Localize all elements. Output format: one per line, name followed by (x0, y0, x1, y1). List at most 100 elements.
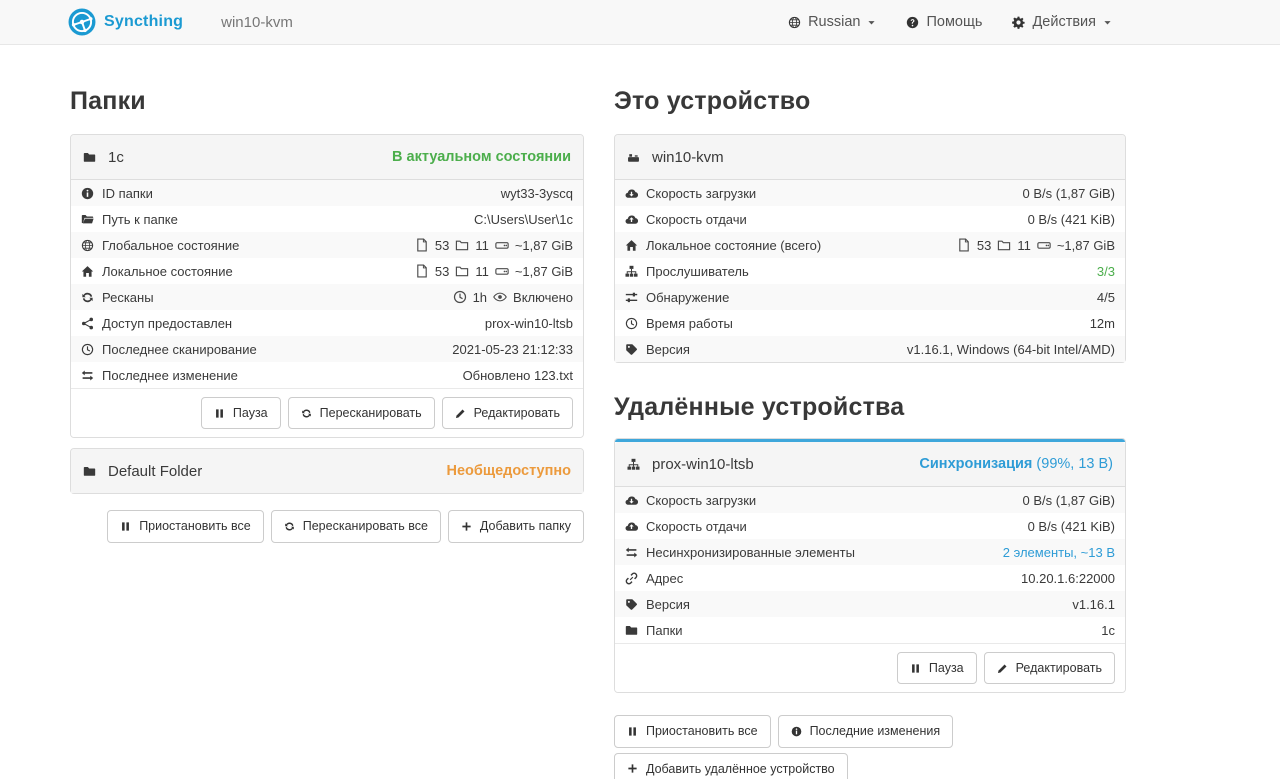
folders-section-title: Папки (70, 87, 584, 116)
row-value: 4/5 (1097, 290, 1115, 305)
row-label: Время работы (646, 316, 733, 331)
row-value: 0 B/s (1,87 GiB) (1023, 186, 1115, 201)
panel-title: prox-win10-ltsb (652, 456, 754, 473)
value-text: ~1,87 GiB (515, 264, 573, 279)
редактировать-button[interactable]: Редактировать (442, 397, 573, 429)
panel-footer: ПаузаРедактировать (615, 643, 1125, 692)
value-text: 0 B/s (421 KiB) (1028, 519, 1115, 534)
row-label: Последнее изменение (102, 368, 238, 383)
value-text: v1.16.1 (1072, 597, 1115, 612)
row-value: 2021-05-23 21:12:33 (452, 342, 573, 357)
detail-row: Последнее изменение Обновлено 123.txt (71, 362, 583, 388)
value-text: Включено (513, 290, 573, 305)
share-icon (81, 317, 94, 330)
row-value: 0 B/s (421 KiB) (1028, 519, 1115, 534)
detail-row: Путь к папке C:\Users\User\1c (71, 206, 583, 232)
syncthing-logo-icon (68, 8, 96, 36)
value-text: ~1,87 GiB (515, 238, 573, 253)
nav-действия[interactable]: Действия (1012, 14, 1112, 30)
detail-row: Скорость отдачи 0 B/s (421 KiB) (615, 513, 1125, 539)
sitemap-icon (625, 265, 638, 278)
link-icon (625, 572, 638, 585)
info-circle-icon (791, 726, 802, 737)
panel-win10-kvm: win10-kvm Скорость загрузки 0 B/s (1,87 Gi… (614, 134, 1126, 363)
folder-o-icon (997, 238, 1011, 252)
приостановить-все-button[interactable]: Приостановить все (614, 715, 771, 747)
file-icon (415, 238, 429, 252)
detail-row: Версияv1.16.1, Windows (64-bit Intel/AMD… (615, 336, 1125, 362)
row-value: 1hВключено (453, 290, 573, 305)
detail-row: Скорость загрузки0 B/s (1,87 GiB) (615, 487, 1125, 513)
пауза-button[interactable]: Пауза (201, 397, 281, 429)
panel-title: 1c (108, 149, 124, 166)
редактировать-button[interactable]: Редактировать (984, 652, 1115, 684)
pause-icon (627, 726, 638, 737)
приостановить-все-button[interactable]: Приостановить все (107, 510, 264, 542)
row-label: Версия (646, 597, 690, 612)
plus-icon (461, 521, 472, 532)
folders-column: Папки 1cВ актуальном состоянииID папкиwy… (70, 45, 584, 543)
row-label: Локальное состояние (102, 264, 233, 279)
value-text: (99%, 13 B) (1036, 456, 1113, 472)
row-label: Последнее сканирование (102, 342, 257, 357)
panel-header-prox-win10-ltsb[interactable]: prox-win10-ltsbСинхронизация (99%, 13 B) (615, 442, 1125, 487)
value-text: Необщедоступно (447, 463, 571, 479)
pause-icon (214, 408, 225, 419)
row-label: Скорость отдачи (646, 519, 747, 534)
detail-row: Время работы 12m (615, 310, 1125, 336)
question-circle-icon (906, 16, 919, 29)
clock-icon (453, 290, 467, 304)
row-label: Прослушиватель (646, 264, 749, 279)
hdd-icon (495, 238, 509, 252)
row-label: Путь к папке (102, 212, 178, 227)
row-value: v1.16.1 (1072, 597, 1115, 612)
panel-header-1c[interactable]: 1c В актуальном состоянии (71, 135, 583, 180)
cloud-up-icon (625, 213, 638, 226)
nav-russian[interactable]: Russian (788, 14, 876, 30)
syncthing-brand[interactable]: Syncthing (68, 8, 183, 36)
globe-icon (81, 239, 94, 252)
panel-title: win10-kvm (652, 149, 724, 166)
row-label: Скорость загрузки (646, 186, 756, 201)
pencil-icon (455, 408, 466, 419)
detail-row: Папки1c (615, 617, 1125, 643)
row-value: 12m (1090, 316, 1115, 331)
row-value: Обновлено 123.txt (463, 368, 573, 383)
panel-Default Folder: Default FolderНеобщедоступно (70, 448, 584, 494)
пауза-button[interactable]: Пауза (897, 652, 977, 684)
row-label: Скорость отдачи (646, 212, 747, 227)
пересканировать-button[interactable]: Пересканировать (288, 397, 435, 429)
folder-open-icon (81, 213, 94, 226)
devices-column: Это устройство win10-kvmСкорость загрузк… (614, 45, 1126, 779)
remote-devices-list: prox-win10-ltsbСинхронизация (99%, 13 B)… (614, 438, 1126, 693)
row-label: Глобальное состояние (102, 238, 239, 253)
row-value: 0 B/s (1,87 GiB) (1023, 493, 1115, 508)
value-text: prox-win10-ltsb (485, 316, 573, 331)
panel-footer: ПаузаПересканироватьРедактировать (71, 388, 583, 437)
row-value: prox-win10-ltsb (485, 316, 573, 331)
pause-icon (120, 521, 131, 532)
detail-row: Глобальное состояние5311~1,87 GiB (71, 232, 583, 258)
caret-down-icon (1103, 18, 1112, 27)
folder-o-icon (455, 238, 469, 252)
добавить-папку-button[interactable]: Добавить папку (448, 510, 584, 542)
panel-header-win10-kvm[interactable]: win10-kvm (615, 135, 1125, 180)
detail-row: Локальное состояние5311~1,87 GiB (71, 258, 583, 284)
row-label: Обнаружение (646, 290, 729, 305)
detail-row: Скорость отдачи 0 B/s (421 KiB) (615, 206, 1125, 232)
row-label: Адрес (646, 571, 683, 586)
nav-помощь[interactable]: Помощь (906, 14, 982, 30)
последние-изменения-button[interactable]: Последние изменения (778, 715, 954, 747)
добавить-удалённое-устройство-button[interactable]: Добавить удалённое устройство (614, 753, 848, 779)
value-text: 0 B/s (421 KiB) (1028, 212, 1115, 227)
row-value: C:\Users\User\1c (474, 212, 573, 227)
sitemap-icon (627, 458, 640, 471)
status-badge: В актуальном состоянии (392, 149, 571, 165)
row-value: 3/3 (1097, 264, 1115, 279)
value-text: 0 B/s (1,87 GiB) (1023, 186, 1115, 201)
navbar-menu: Russian Помощь Действия (788, 14, 1112, 30)
пересканировать-все-button[interactable]: Пересканировать все (271, 510, 441, 542)
value-text: Обновлено 123.txt (463, 368, 573, 383)
panel-header-Default Folder[interactable]: Default FolderНеобщедоступно (71, 449, 583, 493)
detail-row: Ресканы1hВключено (71, 284, 583, 310)
